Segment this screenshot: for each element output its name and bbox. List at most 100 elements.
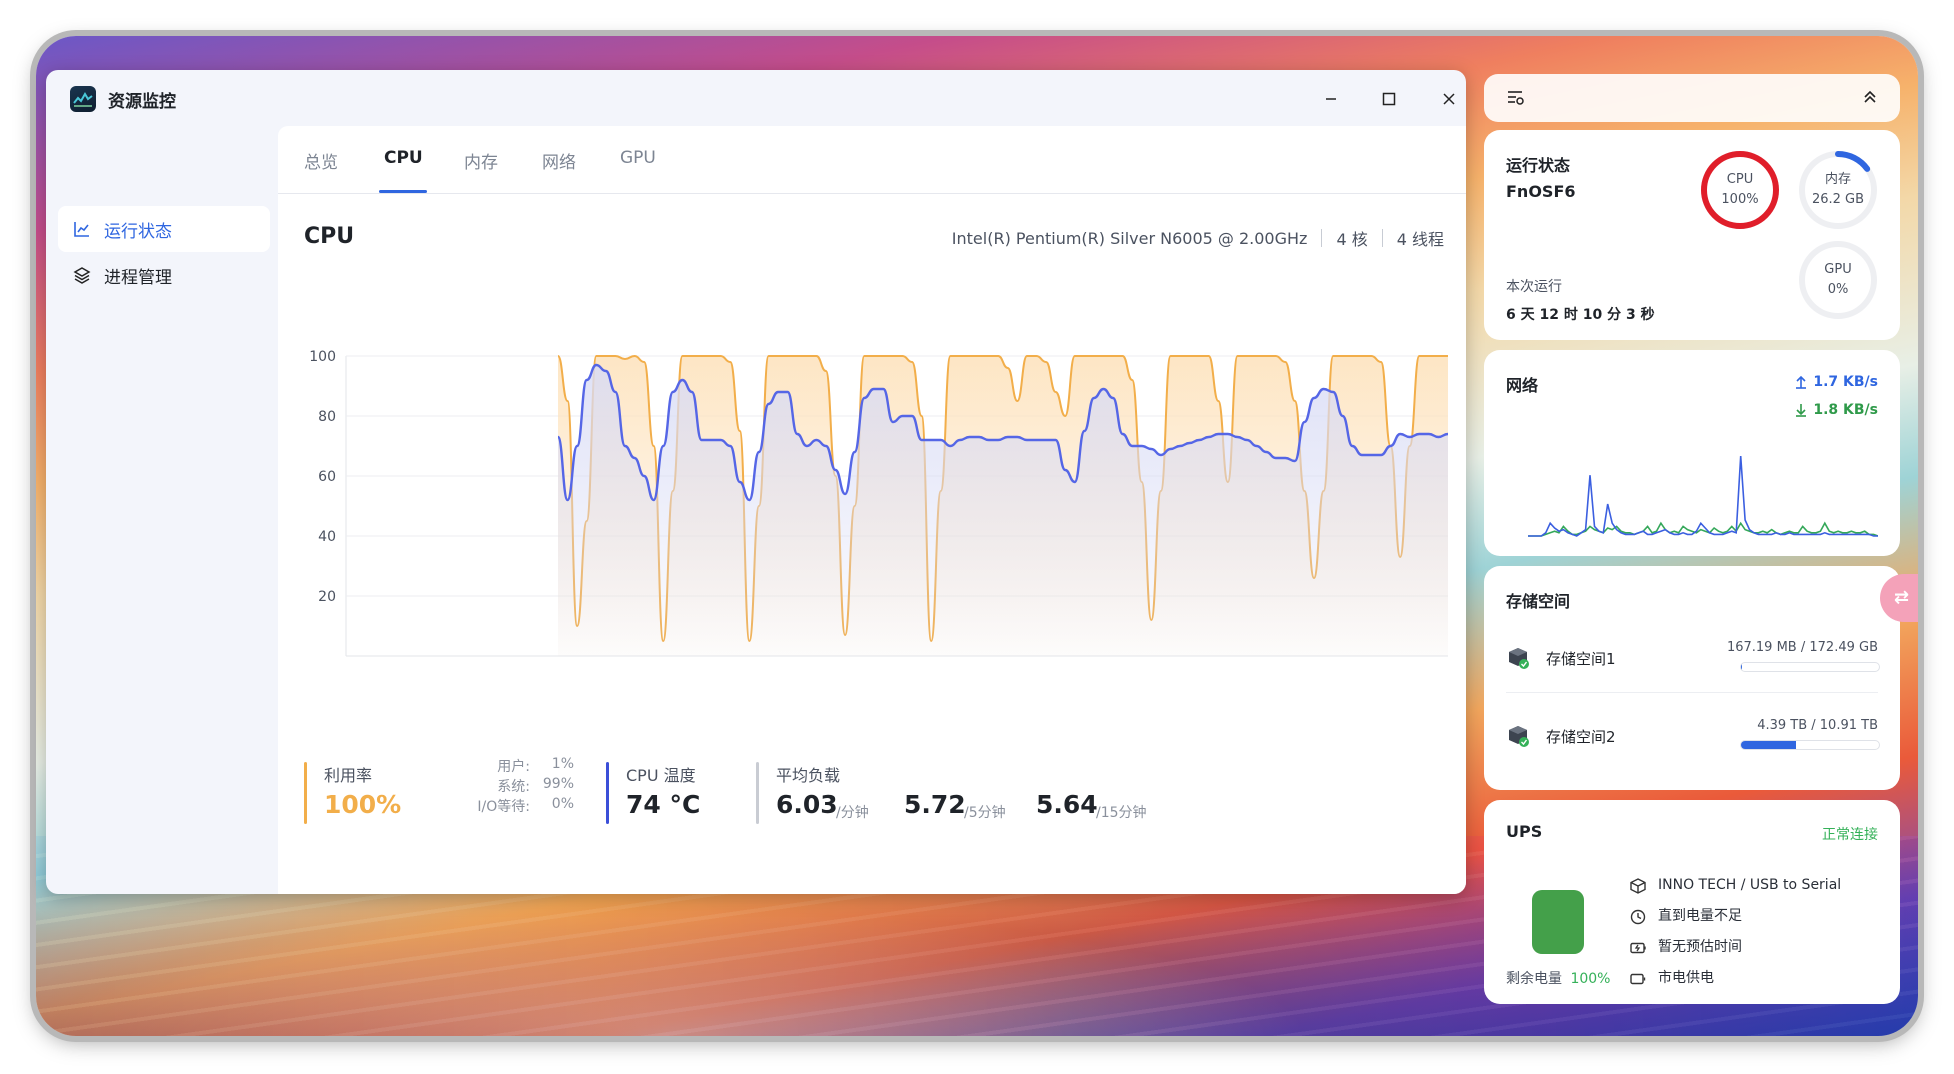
battery-value: 100% xyxy=(1570,971,1611,987)
layers-icon xyxy=(72,265,92,285)
memory-ring-text: 内存 26.2 GB xyxy=(1796,170,1880,210)
io-wait-value: 0% xyxy=(551,796,574,812)
ups-detail-row: 暂无预估时间 xyxy=(1630,932,1841,963)
network-widget[interactable]: 网络 1.7 KB/s 1.8 KB/s xyxy=(1484,350,1900,556)
line-chart-icon xyxy=(72,219,92,239)
maximize-icon xyxy=(1382,92,1396,106)
status-widget-title: 运行状态 xyxy=(1506,156,1571,175)
download-rate-value: 1.8 KB/s xyxy=(1813,402,1878,418)
minimize-button[interactable] xyxy=(1316,84,1346,114)
battery-label: 剩余电量 xyxy=(1506,971,1562,987)
close-button[interactable] xyxy=(1434,84,1464,114)
load-5min: 5.72 xyxy=(904,790,966,819)
maximize-button[interactable] xyxy=(1374,84,1404,114)
ups-details: INNO TECH / USB to Serial 直到电量不足 暂无预估时间 … xyxy=(1630,870,1841,994)
storage-progress-track xyxy=(1740,740,1880,750)
status-widget[interactable]: 运行状态 FnOSF6 本次运行 6 天 12 时 10 分 3 秒 CPU 1… xyxy=(1484,130,1900,340)
tab-gpu[interactable]: GPU xyxy=(620,148,656,168)
storage-total: 10.91 TB xyxy=(1819,718,1878,733)
widget-panel-header xyxy=(1484,74,1900,122)
collapse-icon[interactable] xyxy=(1862,89,1878,109)
title-bar[interactable]: 资源监控 xyxy=(46,70,1466,126)
uptime-label: 本次运行 xyxy=(1506,279,1562,295)
tab-network[interactable]: 网络 xyxy=(542,148,576,173)
divider xyxy=(1381,229,1383,247)
cpu-threads: 4 线程 xyxy=(1396,230,1444,249)
cpu-ring-value: 100% xyxy=(1721,192,1759,207)
cpu-usage-chart: 100 80 60 40 20 xyxy=(309,349,1449,657)
storage-total: 172.49 GB xyxy=(1809,640,1878,655)
app-icon xyxy=(70,86,96,112)
memory-ring-value: 26.2 GB xyxy=(1811,192,1865,207)
battery-icon xyxy=(1532,890,1584,954)
sidebar-item-processes[interactable]: 进程管理 xyxy=(58,252,270,298)
ups-connection-status: 正常连接 xyxy=(1822,827,1878,843)
ups-widget[interactable]: UPS 正常连接 剩余电量 100% INNO TECH / USB to Se… xyxy=(1484,800,1900,1004)
storage-used: 4.39 TB xyxy=(1757,718,1808,733)
upload-rate-value: 1.7 KB/s xyxy=(1813,374,1878,390)
temp-label: CPU 温度 xyxy=(626,766,696,785)
ups-model: INNO TECH / USB to Serial xyxy=(1658,877,1842,893)
ups-detail-row: 直到电量不足 xyxy=(1630,901,1841,932)
load-label: 平均负载 xyxy=(776,766,841,785)
sidebar-item-label: 运行状态 xyxy=(104,221,172,242)
cpu-stats: 利用率 100% 用户: 1% 系统: 99% I/O等待: 0% CPU 温度… xyxy=(304,756,1454,832)
util-label: 利用率 xyxy=(324,766,373,785)
box-icon xyxy=(1630,877,1646,894)
ups-detail-row: 市电供电 xyxy=(1630,963,1841,994)
upload-arrow-icon xyxy=(1796,375,1807,389)
download-arrow-icon xyxy=(1796,404,1807,417)
widget-settings-icon[interactable] xyxy=(1506,88,1526,112)
cpu-info: Intel(R) Pentium(R) Silver N6005 @ 2.00G… xyxy=(952,226,1444,250)
system-label: 系统: xyxy=(497,779,530,795)
storage-volume-usage: 4.39 TB / 10.91 TB xyxy=(1757,718,1878,733)
load-1min: 6.03 xyxy=(776,790,838,819)
main-content: 总览 CPU 内存 网络 GPU CPU Intel(R) Pentium(R)… xyxy=(278,126,1466,894)
cpu-cores: 4 核 xyxy=(1336,230,1368,249)
close-icon xyxy=(1443,93,1455,105)
upload-rate: 1.7 KB/s xyxy=(1795,374,1878,390)
y-tick-label: 100 xyxy=(309,349,336,365)
storage-volume-usage: 167.19 MB / 172.49 GB xyxy=(1726,640,1878,655)
gpu-ring-label: GPU xyxy=(1824,262,1852,277)
load-accent-bar xyxy=(756,762,759,824)
divider xyxy=(1506,692,1878,693)
divider xyxy=(1321,229,1323,247)
storage-volume-icon xyxy=(1506,646,1530,674)
clock-icon xyxy=(1630,909,1646,924)
storage-progress-track xyxy=(1740,662,1880,672)
cpu-model: Intel(R) Pentium(R) Silver N6005 @ 2.00G… xyxy=(951,228,1308,248)
y-tick-label: 80 xyxy=(318,409,336,425)
window-title: 资源监控 xyxy=(108,92,176,112)
y-tick-label: 60 xyxy=(318,469,336,485)
section-title: CPU xyxy=(304,224,355,249)
user-label: 用户: xyxy=(497,759,530,775)
user-value: 1% xyxy=(551,756,574,772)
storage-volume-name: 存储空间2 xyxy=(1546,728,1616,746)
load-15min: 5.64 xyxy=(1036,790,1098,819)
sidebar-item-status[interactable]: 运行状态 xyxy=(58,206,270,252)
storage-volume-name: 存储空间1 xyxy=(1546,650,1616,668)
tab-overview[interactable]: 总览 xyxy=(304,148,338,173)
storage-widget[interactable]: 存储空间 存储空间1 167.19 MB / 172.49 GB 存储空间2 4… xyxy=(1484,566,1900,790)
sidebar: 运行状态 进程管理 xyxy=(46,126,278,894)
storage-widget-title: 存储空间 xyxy=(1506,592,1571,611)
tab-cpu[interactable]: CPU xyxy=(384,148,423,168)
memory-ring-label: 内存 xyxy=(1824,172,1851,187)
cpu-ring-label: CPU xyxy=(1726,172,1754,187)
storage-used: 167.19 MB xyxy=(1726,640,1797,655)
tab-memory[interactable]: 内存 xyxy=(464,148,498,173)
storage-volume-icon xyxy=(1506,724,1530,752)
ups-power-source: 市电供电 xyxy=(1658,970,1714,986)
load-5min-unit: /5分钟 xyxy=(964,805,1006,821)
io-wait-label: I/O等待: xyxy=(477,799,530,815)
gpu-ring-value: 0% xyxy=(1827,282,1849,297)
uptime-value: 6 天 12 时 10 分 3 秒 xyxy=(1506,307,1655,323)
ups-widget-title: UPS xyxy=(1506,822,1543,841)
y-tick-label: 20 xyxy=(318,589,336,605)
battery-charging-icon xyxy=(1630,942,1646,953)
tab-bar: 总览 CPU 内存 网络 GPU xyxy=(278,126,1466,194)
ups-runtime-label: 直到电量不足 xyxy=(1658,908,1742,924)
battery-remaining: 剩余电量 100% xyxy=(1506,968,1610,988)
minimize-icon xyxy=(1326,98,1336,100)
